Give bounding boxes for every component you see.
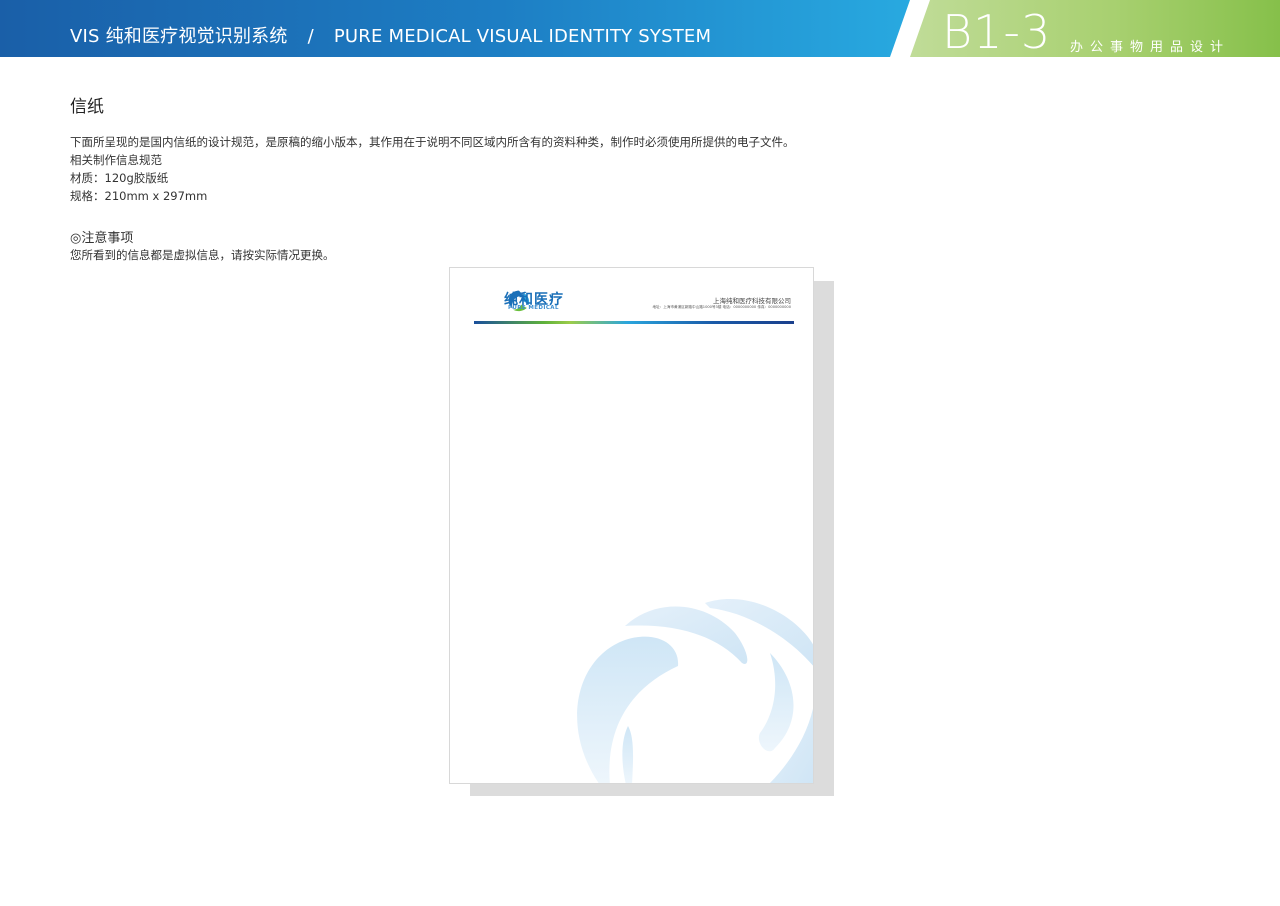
page-header: VIS 纯和医疗视觉识别系统 / PURE MEDICAL VISUAL IDENT…	[0, 0, 1280, 59]
section-code: B1-3	[942, 5, 1052, 59]
description-block: 下面所呈现的是国内信纸的设计规范，是原稿的缩小版本，其作用在于说明不同区域内所含…	[70, 133, 795, 205]
header-separator: /	[307, 26, 314, 47]
company-name: 上海纯和医疗科技有限公司	[713, 297, 791, 305]
brand-name-en: PURE MEDICAL	[508, 305, 559, 311]
letterhead-sheet: 纯和医疗 PURE MEDICAL 上海纯和医疗科技有限公司 地址：上海市黄浦区…	[449, 267, 814, 784]
header-title-en: PURE MEDICAL VISUAL IDENTITY SYSTEM	[333, 26, 712, 47]
description-line: 规格：210mm x 297mm	[70, 189, 208, 203]
section-name: 办公事物用品设计	[1070, 40, 1231, 55]
company-address: 地址：上海市黄浦区新路中山路1000号3楼 电话：0000000000 传真：0…	[652, 305, 791, 309]
notes-text: 您所看到的信息都是虚拟信息，请按实际情况更换。	[70, 248, 335, 262]
header-title: VIS 纯和医疗视觉识别系统 / PURE MEDICAL VISUAL IDENT…	[70, 22, 711, 50]
header-rule	[474, 321, 794, 324]
page-title: 信纸	[70, 97, 104, 117]
description-line: 相关制作信息规范	[70, 153, 162, 167]
description-line: 下面所呈现的是国内信纸的设计规范，是原稿的缩小版本，其作用在于说明不同区域内所含…	[70, 135, 795, 149]
notes-title: ◎注意事项	[70, 231, 134, 246]
description-line: 材质：120g胶版纸	[70, 171, 169, 185]
header-title-cn: VIS 纯和医疗视觉识别系统	[70, 26, 288, 47]
swirl-watermark-icon	[577, 599, 813, 783]
